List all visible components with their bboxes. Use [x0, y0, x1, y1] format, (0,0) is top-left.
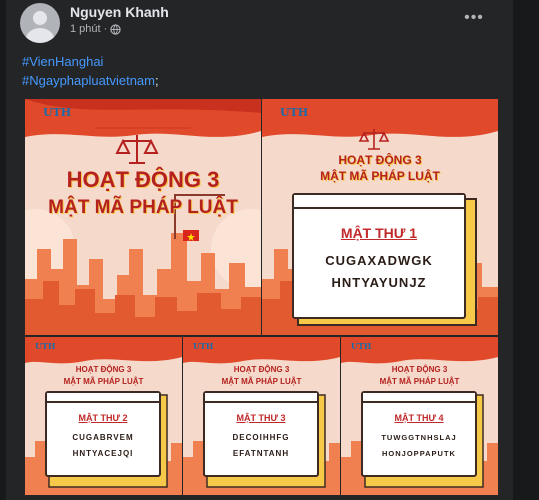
- hashtag-link[interactable]: #Ngayphapluatvietnam: [22, 73, 155, 88]
- gallery-photo-5[interactable]: UTH HOẠT ĐỘNG 3 MẬT MÃ PHÁP LUẬT MẬT THƯ…: [341, 337, 498, 495]
- globe-icon: [110, 23, 121, 35]
- cipher-window: MẬT THƯ 3 DECOIHHFG EFATNTANH: [203, 391, 319, 477]
- uth-logo: UTH: [193, 341, 214, 351]
- cipher-title: MẬT THƯ 4: [394, 413, 444, 423]
- activity-title: HOẠT ĐỘNG 3: [75, 365, 132, 374]
- activity-title: HOẠT ĐỘNG 3: [338, 153, 422, 167]
- activity-title: HOẠT ĐỘNG 3: [233, 365, 290, 374]
- uth-logo: UTH: [35, 341, 56, 351]
- cipher-line: TUWGGTNHSLAJ: [381, 433, 457, 442]
- cipher-line: EFATNTANH: [232, 449, 290, 458]
- gallery-photo-3[interactable]: UTH HOẠT ĐỘNG 3 MẬT MÃ PHÁP LUẬT MẬT THƯ…: [25, 337, 182, 495]
- cipher-line: HONJOPPAPUTK: [382, 449, 456, 458]
- cipher-title: MẬT THƯ 2: [78, 413, 128, 423]
- post-card: Nguyen Khanh 1 phút · ••• #VienHanghai #…: [6, 0, 513, 500]
- activity-subtitle: MẬT MÃ PHÁP LUẬT: [379, 377, 460, 386]
- activity-title: HOẠT ĐỘNG 3: [66, 167, 220, 192]
- hashtag-link[interactable]: #VienHanghai: [22, 54, 103, 69]
- photo-gallery: UTH HOẠT ĐỘNG 3 MẬT MÃ PHÁP LUẬT UTH HOẠ…: [18, 95, 508, 500]
- cipher-line: CUGABRVEM: [72, 433, 134, 442]
- uth-logo: UTH: [280, 106, 309, 119]
- gallery-photo-1[interactable]: UTH HOẠT ĐỘNG 3 MẬT MÃ PHÁP LUẬT: [25, 99, 261, 335]
- cipher-line: HNTYACEJQI: [72, 449, 134, 458]
- caption-trailing: ;: [154, 73, 159, 88]
- cipher-window: MẬT THƯ 2 CUGABRVEM HNTYACEJQI: [45, 391, 161, 477]
- author-name[interactable]: Nguyen Khanh: [70, 4, 169, 20]
- cipher-title: MẬT THƯ 1: [340, 225, 418, 241]
- more-horizontal-icon: •••: [464, 9, 484, 26]
- post-meta: 1 phút ·: [70, 23, 121, 35]
- cipher-line: DECOIHHFG: [232, 433, 290, 442]
- avatar[interactable]: [20, 3, 60, 43]
- post-caption: #VienHanghai #Ngayphapluatvietnam;: [22, 52, 159, 90]
- gallery-photo-2[interactable]: UTH HOẠT ĐỘNG 3 MẬT MÃ PHÁP LUẬT MẬT THƯ…: [262, 99, 498, 335]
- scroll-gutter: [513, 0, 539, 500]
- cipher-line: HNTYAYUNJZ: [331, 275, 427, 290]
- activity-subtitle: MẬT MÃ PHÁP LUẬT: [48, 197, 238, 218]
- cipher-line: CUGAXADWGK: [325, 253, 433, 268]
- more-options-button[interactable]: •••: [462, 8, 486, 28]
- activity-subtitle: MẬT MÃ PHÁP LUẬT: [63, 377, 144, 386]
- activity-subtitle: MẬT MÃ PHÁP LUẬT: [320, 169, 440, 183]
- meta-dot: ·: [103, 23, 108, 35]
- post-time[interactable]: 1 phút: [70, 23, 101, 35]
- uth-logo: UTH: [351, 341, 372, 351]
- activity-subtitle: MẬT MÃ PHÁP LUẬT: [221, 377, 302, 386]
- cipher-window: MẬT THƯ 4 TUWGGTNHSLAJ HONJOPPAPUTK: [361, 391, 477, 477]
- gallery-photo-4[interactable]: UTH HOẠT ĐỘNG 3 MẬT MÃ PHÁP LUẬT MẬT THƯ…: [183, 337, 340, 495]
- uth-logo: UTH: [43, 106, 72, 119]
- cipher-window: MẬT THƯ 1 CUGAXADWGK HNTYAYUNJZ: [292, 193, 466, 319]
- activity-title: HOẠT ĐỘNG 3: [391, 365, 448, 374]
- cipher-title: MẬT THƯ 3: [236, 413, 286, 423]
